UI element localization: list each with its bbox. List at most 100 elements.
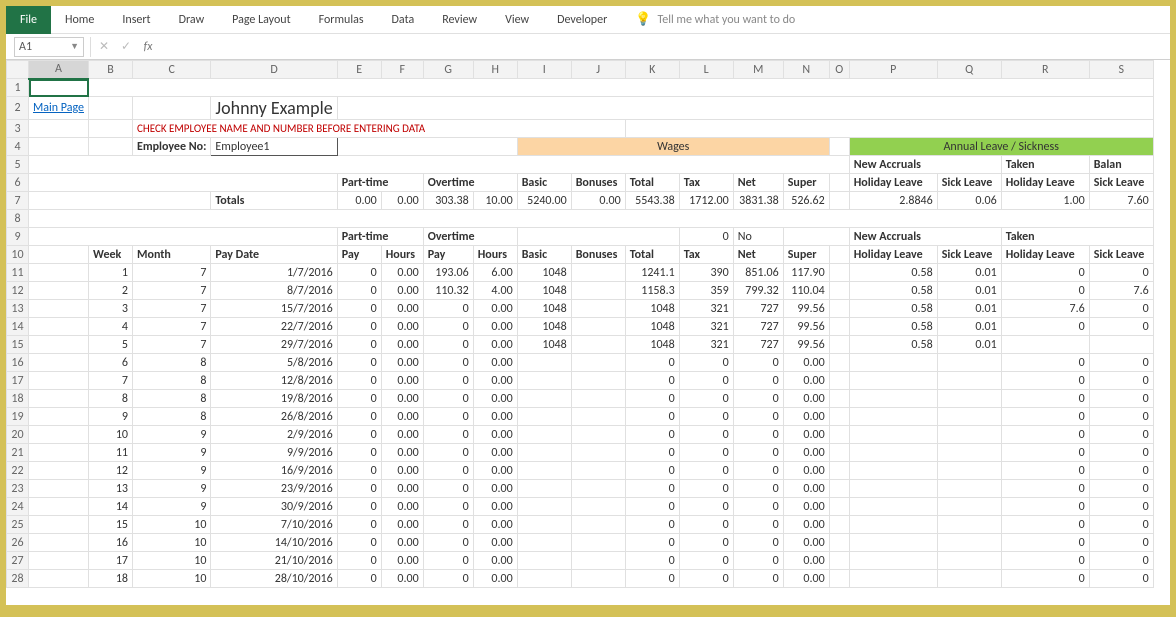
cell[interactable]: 0 bbox=[679, 228, 733, 246]
cell[interactable]: 0 bbox=[337, 372, 381, 390]
cell[interactable]: 1241.1 bbox=[625, 264, 679, 282]
tab-developer[interactable]: Developer bbox=[543, 7, 621, 33]
cell[interactable] bbox=[571, 516, 625, 534]
cell[interactable]: 0 bbox=[1089, 318, 1153, 336]
cell[interactable]: 0 bbox=[337, 354, 381, 372]
cell[interactable]: 0.00 bbox=[473, 354, 517, 372]
row-header[interactable]: 22 bbox=[7, 462, 29, 480]
cell[interactable]: 0 bbox=[733, 534, 783, 552]
col-header-H[interactable]: H bbox=[473, 61, 517, 79]
cell[interactable]: 10.00 bbox=[473, 192, 517, 210]
cell[interactable]: 0.00 bbox=[473, 480, 517, 498]
cell[interactable]: 851.06 bbox=[733, 264, 783, 282]
cell[interactable]: 0 bbox=[679, 444, 733, 462]
table-row[interactable]: 155729/7/201600.0000.001048104832172799.… bbox=[7, 336, 1154, 354]
cell[interactable]: 0 bbox=[337, 534, 381, 552]
cell[interactable]: 0.58 bbox=[849, 318, 937, 336]
col-header-I[interactable]: I bbox=[517, 61, 571, 79]
cell[interactable]: 0.00 bbox=[473, 570, 517, 588]
cell[interactable]: 5543.38 bbox=[625, 192, 679, 210]
cell[interactable]: 0 bbox=[337, 264, 381, 282]
cell[interactable]: 13 bbox=[89, 480, 133, 498]
cell[interactable]: 0 bbox=[1089, 462, 1153, 480]
cell[interactable]: 0 bbox=[679, 552, 733, 570]
cell[interactable] bbox=[517, 426, 571, 444]
cell[interactable]: 0 bbox=[679, 570, 733, 588]
cell[interactable] bbox=[571, 552, 625, 570]
cell[interactable]: 0 bbox=[625, 408, 679, 426]
cell[interactable]: 0 bbox=[733, 444, 783, 462]
cell[interactable]: 0 bbox=[679, 480, 733, 498]
table-row[interactable]: 12278/7/201600.00110.324.0010481158.3359… bbox=[7, 282, 1154, 300]
cell[interactable]: 0 bbox=[1089, 264, 1153, 282]
cell[interactable]: 0.58 bbox=[849, 336, 937, 354]
cell[interactable]: 0 bbox=[337, 408, 381, 426]
cell[interactable]: 0.00 bbox=[381, 552, 423, 570]
cell[interactable]: 0 bbox=[337, 552, 381, 570]
cell[interactable]: 0 bbox=[733, 426, 783, 444]
cell[interactable]: 1158.3 bbox=[625, 282, 679, 300]
row-header[interactable]: 1 bbox=[7, 79, 29, 97]
cell[interactable] bbox=[937, 408, 1001, 426]
cell[interactable]: 0 bbox=[337, 570, 381, 588]
cell[interactable]: 0 bbox=[1089, 426, 1153, 444]
cell[interactable] bbox=[849, 570, 937, 588]
row-header[interactable]: 14 bbox=[7, 318, 29, 336]
row-4[interactable]: 4 Employee No: Employee1 Wages Annual Le… bbox=[7, 138, 1154, 156]
cell[interactable]: 14 bbox=[89, 498, 133, 516]
row-5[interactable]: 5 New Accruals Taken Balan bbox=[7, 156, 1154, 174]
cell[interactable]: 0.00 bbox=[783, 372, 829, 390]
cell[interactable]: 0 bbox=[679, 372, 733, 390]
cell[interactable]: 22/7/2016 bbox=[211, 318, 337, 336]
cell[interactable]: 0.00 bbox=[381, 300, 423, 318]
cell[interactable]: 0.01 bbox=[937, 264, 1001, 282]
cell[interactable]: 0 bbox=[337, 444, 381, 462]
row-7-totals[interactable]: 7 Totals 0.00 0.00 303.38 10.00 5240.00 … bbox=[7, 192, 1154, 210]
cell[interactable] bbox=[571, 444, 625, 462]
cell[interactable] bbox=[937, 354, 1001, 372]
cell-A1[interactable] bbox=[29, 79, 89, 97]
cell[interactable]: 0 bbox=[423, 570, 473, 588]
cell[interactable]: 0.00 bbox=[381, 282, 423, 300]
cell[interactable] bbox=[571, 408, 625, 426]
cell[interactable] bbox=[849, 426, 937, 444]
row-8[interactable]: 8 bbox=[7, 210, 1154, 228]
cell[interactable]: 0.00 bbox=[473, 552, 517, 570]
row-header[interactable]: 25 bbox=[7, 516, 29, 534]
cell[interactable]: 727 bbox=[733, 300, 783, 318]
row-header[interactable]: 15 bbox=[7, 336, 29, 354]
worksheet-grid[interactable]: A B C D E F G H I J K L M N O P Q R S 1 bbox=[6, 60, 1170, 605]
cell[interactable]: 3831.38 bbox=[733, 192, 783, 210]
cell[interactable]: 0.00 bbox=[381, 390, 423, 408]
cell[interactable]: 7 bbox=[133, 300, 211, 318]
chevron-down-icon[interactable]: ▼ bbox=[70, 41, 79, 52]
cell[interactable]: 0.00 bbox=[473, 318, 517, 336]
cell[interactable]: 0.00 bbox=[473, 390, 517, 408]
cell[interactable]: 0 bbox=[1001, 498, 1089, 516]
cell[interactable] bbox=[937, 390, 1001, 408]
cell[interactable] bbox=[571, 318, 625, 336]
cell[interactable]: 1048 bbox=[625, 318, 679, 336]
col-header-P[interactable]: P bbox=[849, 61, 937, 79]
cell[interactable] bbox=[849, 408, 937, 426]
cell[interactable]: 0.06 bbox=[937, 192, 1001, 210]
cell[interactable]: 7 bbox=[133, 282, 211, 300]
cell[interactable]: 0 bbox=[1001, 570, 1089, 588]
cell[interactable] bbox=[517, 444, 571, 462]
cell[interactable] bbox=[937, 426, 1001, 444]
cell[interactable]: 321 bbox=[679, 336, 733, 354]
row-header[interactable]: 7 bbox=[7, 192, 29, 210]
cell[interactable]: 0.00 bbox=[783, 570, 829, 588]
cell[interactable]: 19/8/2016 bbox=[211, 390, 337, 408]
cell[interactable]: 0.00 bbox=[473, 534, 517, 552]
cell[interactable]: 799.32 bbox=[733, 282, 783, 300]
cell[interactable]: 9 bbox=[133, 480, 211, 498]
col-header-A[interactable]: A bbox=[29, 61, 89, 79]
cell[interactable] bbox=[571, 282, 625, 300]
cell[interactable]: 0.00 bbox=[473, 336, 517, 354]
row-2[interactable]: 2 Main Page Johnny Example bbox=[7, 97, 1154, 120]
cell[interactable]: 0.00 bbox=[783, 480, 829, 498]
cell[interactable]: 0 bbox=[1001, 282, 1089, 300]
cell[interactable]: 0 bbox=[1001, 552, 1089, 570]
row-header[interactable]: 6 bbox=[7, 174, 29, 192]
